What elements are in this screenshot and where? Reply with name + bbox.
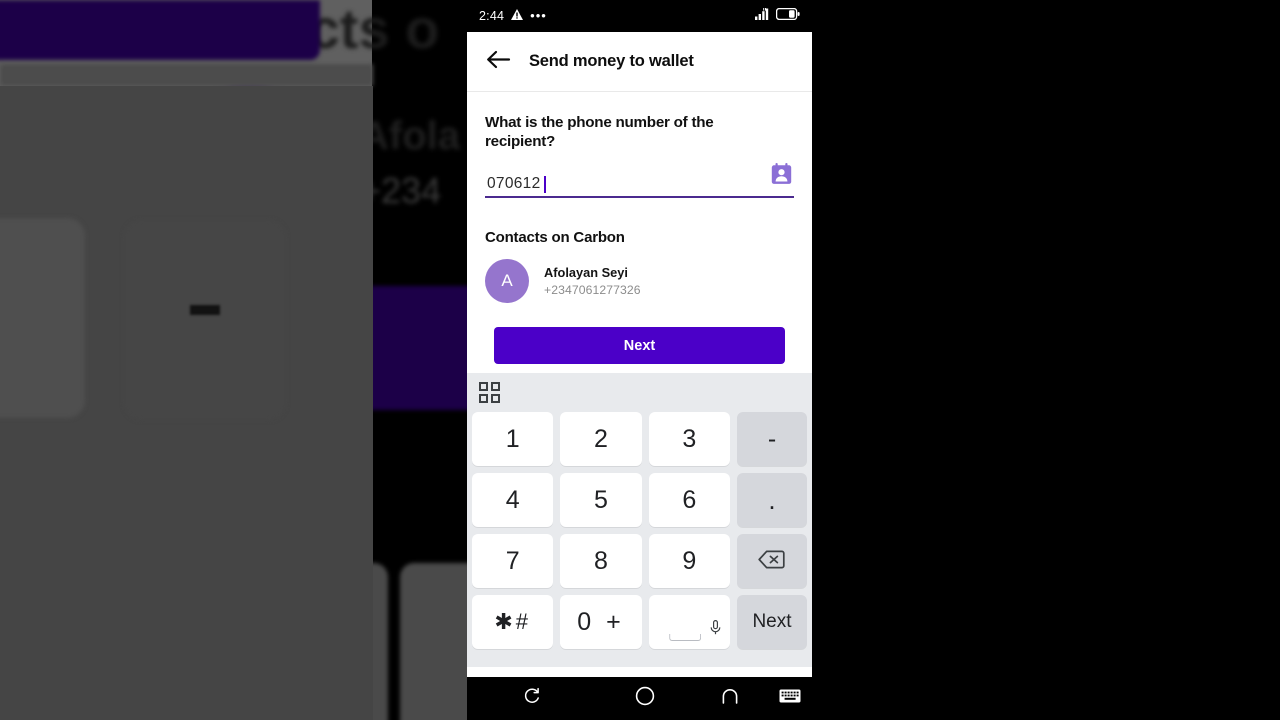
back-arch-icon xyxy=(721,688,739,709)
keyboard-row-1: 1 2 3 - xyxy=(472,412,807,467)
contact-name: Afolayan Seyi xyxy=(544,265,628,281)
key-star-hash[interactable]: ✱# xyxy=(472,595,554,650)
back-button[interactable] xyxy=(481,45,515,79)
key-1[interactable]: 1 xyxy=(472,412,554,467)
status-bar-right xyxy=(755,7,800,25)
overflow-dots-icon: ••• xyxy=(530,8,547,23)
contact-phone: +2347061277326 xyxy=(544,283,641,298)
text-caret xyxy=(544,176,546,194)
keyboard-row-3: 7 8 9 xyxy=(472,534,807,589)
phone-number-input[interactable] xyxy=(485,175,794,199)
keyboard-row-4: ✱# 0 + Next xyxy=(472,595,807,650)
key-2[interactable]: 2 xyxy=(560,412,642,467)
keyboard-toolbar xyxy=(467,373,812,412)
page-title: Send money to wallet xyxy=(529,52,694,70)
main-content: What is the phone number of the recipien… xyxy=(467,92,812,365)
key-3[interactable]: 3 xyxy=(648,412,730,467)
key-period[interactable]: . xyxy=(736,473,807,528)
contact-details: Afolayan Seyi +2347061277326 xyxy=(544,265,641,297)
status-bar: 2:44 ••• xyxy=(467,0,812,32)
warning-triangle-icon xyxy=(511,7,524,25)
key-space[interactable] xyxy=(648,595,730,650)
key-5[interactable]: 5 xyxy=(560,473,642,528)
status-bar-left: 2:44 ••• xyxy=(479,7,547,25)
home-circle-icon xyxy=(635,686,655,711)
nav-keyboard-button[interactable] xyxy=(767,688,812,709)
contact-list-item[interactable]: A Afolayan Seyi +2347061277326 xyxy=(485,259,794,304)
rotate-recents-icon xyxy=(523,687,541,710)
app-bar: Send money to wallet xyxy=(467,32,812,91)
backspace-icon xyxy=(758,547,786,576)
key-6[interactable]: 6 xyxy=(648,473,730,528)
key-hyphen[interactable]: - xyxy=(736,412,807,467)
key-8[interactable]: 8 xyxy=(560,534,642,589)
keyboard-rows: 1 2 3 - 4 5 6 . 7 8 9 ✱# 0 + Next xyxy=(467,412,812,650)
field-underline xyxy=(485,196,794,199)
battery-icon xyxy=(775,7,800,25)
key-backspace[interactable] xyxy=(736,534,807,589)
question-label: What is the phone number of the recipien… xyxy=(485,114,714,150)
navigation-bar xyxy=(467,677,812,720)
key-7[interactable]: 7 xyxy=(472,534,554,589)
screen-root: Contacts o A Afola +234 1 xyxy=(0,0,1280,720)
open-contacts-button[interactable] xyxy=(771,163,792,190)
next-button[interactable]: Next xyxy=(494,327,785,365)
avatar: A xyxy=(485,259,529,304)
key-enter-next[interactable]: Next xyxy=(736,595,807,650)
microphone-icon[interactable] xyxy=(710,613,721,642)
contacts-section-title: Contacts on Carbon xyxy=(485,229,625,247)
nav-back-button[interactable] xyxy=(692,688,767,709)
key-0-plus[interactable]: 0 + xyxy=(560,595,642,650)
phone-viewport: 2:44 ••• Send money to wallet What is th… xyxy=(467,0,812,720)
status-time: 2:44 xyxy=(479,9,505,23)
space-bar-marker xyxy=(669,634,702,642)
keyboard-row-2: 4 5 6 . xyxy=(472,473,807,528)
back-arrow-icon xyxy=(486,50,511,74)
cellular-signal-icon xyxy=(755,7,770,25)
nav-recents-button[interactable] xyxy=(467,687,597,710)
nav-home-button[interactable] xyxy=(597,686,692,711)
key-9[interactable]: 9 xyxy=(648,534,730,589)
key-4[interactable]: 4 xyxy=(472,473,554,528)
contact-card-icon xyxy=(771,163,792,189)
on-screen-keyboard: 1 2 3 - 4 5 6 . 7 8 9 ✱# 0 + Next xyxy=(467,373,812,668)
keyboard-icon xyxy=(779,688,801,709)
apps-grid-icon[interactable] xyxy=(479,382,500,404)
phone-field-row xyxy=(485,163,794,199)
